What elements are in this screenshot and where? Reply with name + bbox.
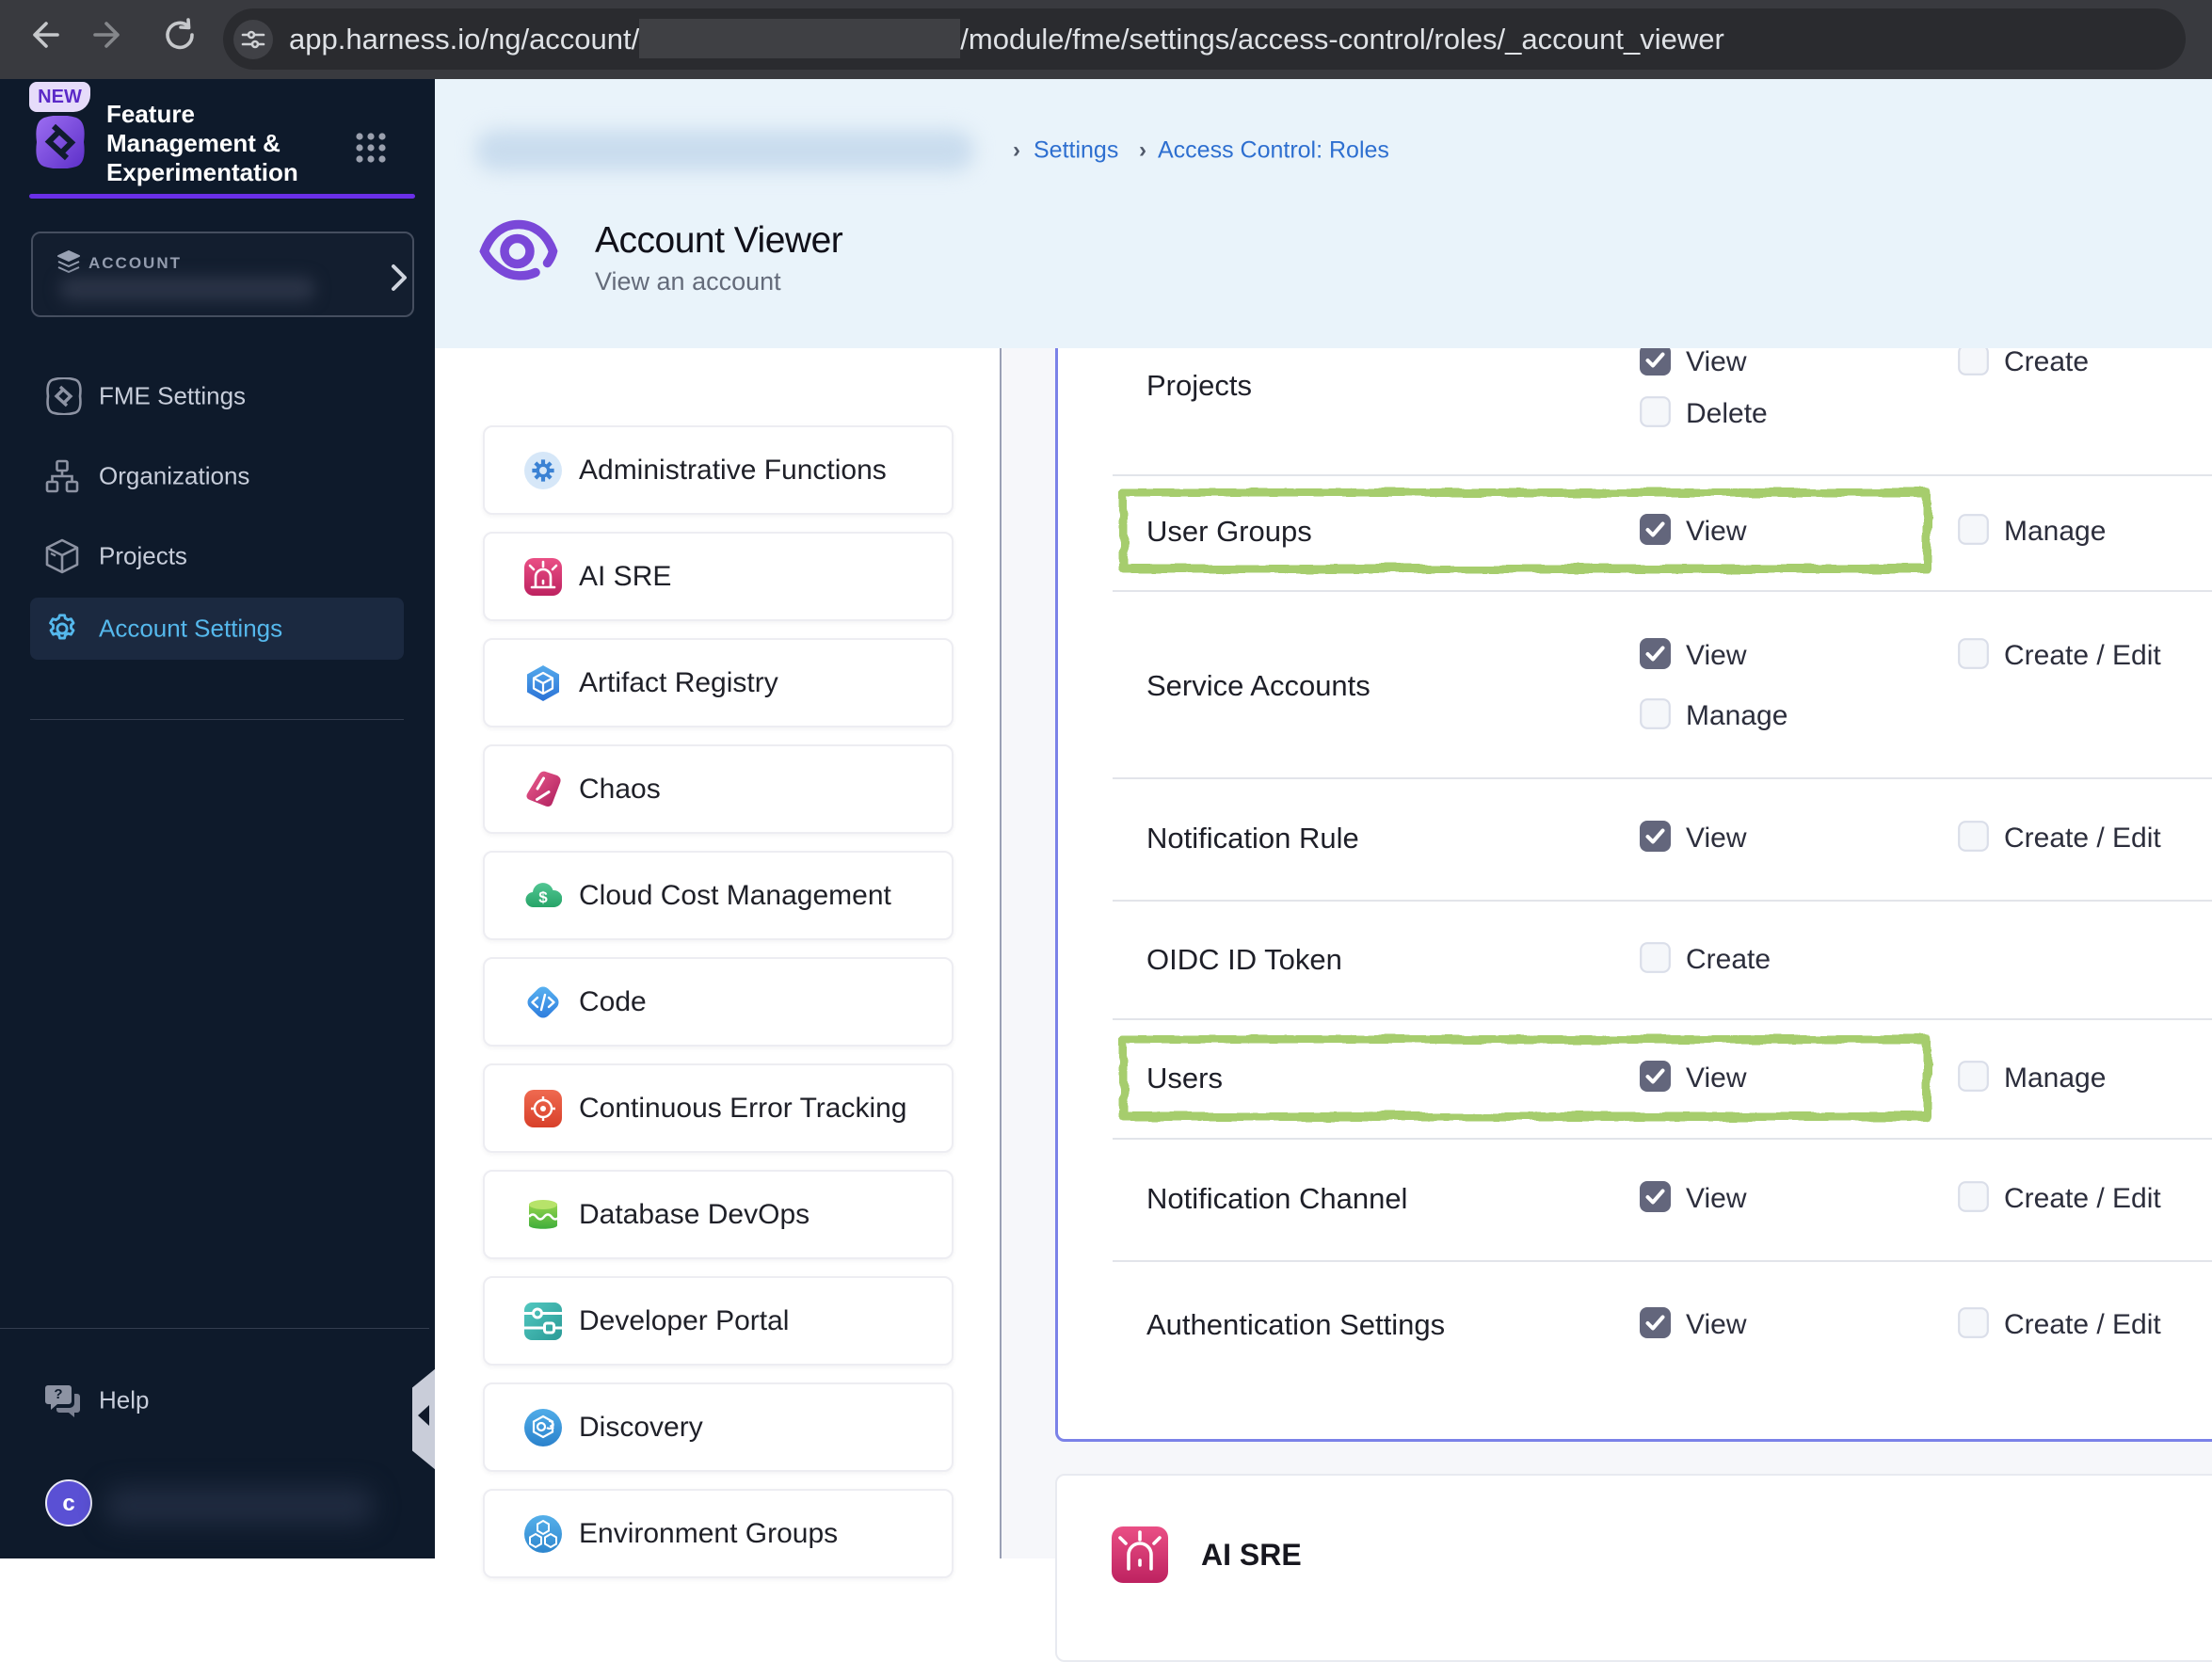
svg-text:?: ? (54, 1386, 62, 1402)
svg-text:$: $ (538, 888, 548, 906)
